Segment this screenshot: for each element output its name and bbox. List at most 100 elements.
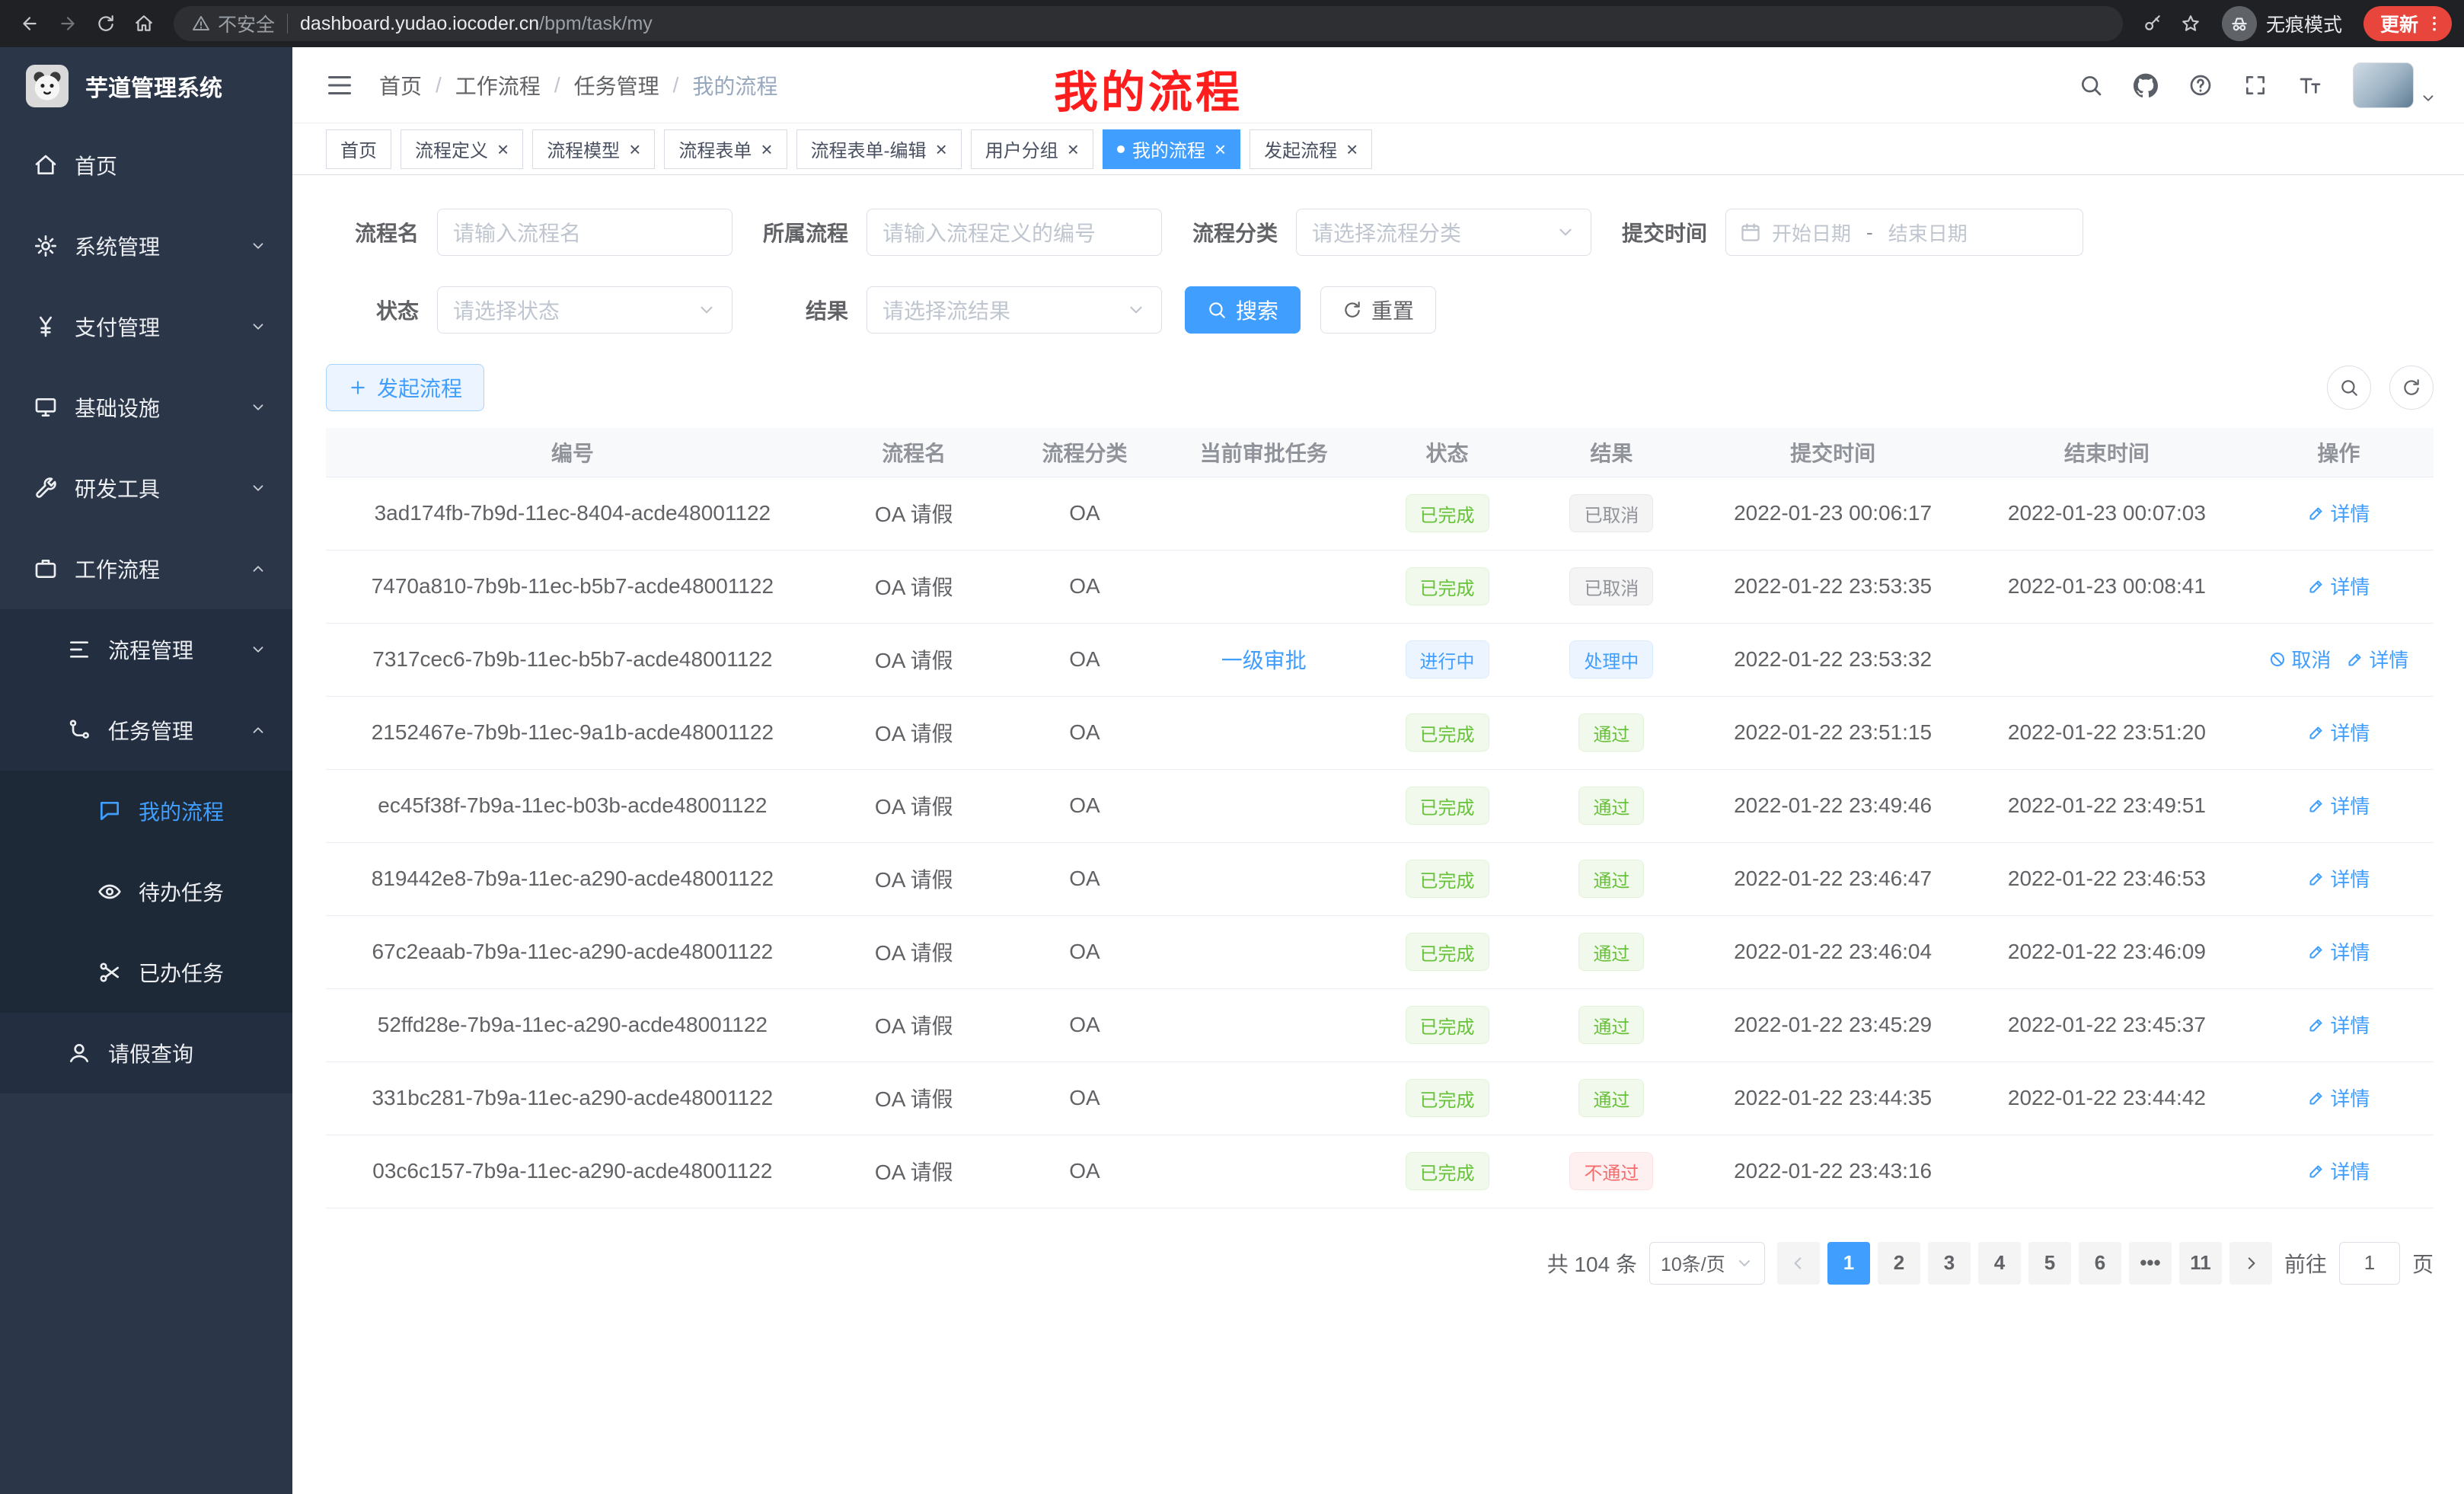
sidebar-item[interactable]: 待办任务 — [0, 851, 292, 932]
password-key-button[interactable] — [2135, 6, 2170, 41]
submit-time-range-picker[interactable]: 开始日期 - 结束日期 — [1725, 209, 2083, 256]
key-icon — [2143, 14, 2162, 34]
sidebar-item[interactable]: 研发工具 — [0, 448, 292, 528]
tab-active[interactable]: 我的流程× — [1103, 129, 1240, 169]
table-body: 3ad174fb-7b9d-11ec-8404-acde48001122OA 请… — [326, 477, 2434, 1208]
page-number-button[interactable]: 11 — [2179, 1242, 2222, 1285]
sidebar-item[interactable]: 任务管理 — [0, 690, 292, 771]
sidebar-item[interactable]: 首页 — [0, 125, 292, 206]
search-button[interactable]: 搜索 — [1185, 286, 1301, 334]
detail-link[interactable]: 详情 — [2307, 572, 2370, 600]
field-label: 提交时间 — [1614, 217, 1707, 247]
current-task-link[interactable]: 一级审批 — [1221, 649, 1307, 672]
sidebar-item[interactable]: 基础设施 — [0, 367, 292, 448]
detail-link[interactable]: 详情 — [2307, 1010, 2370, 1039]
detail-link[interactable]: 详情 — [2307, 499, 2370, 527]
security-indicator[interactable]: 不安全 — [192, 10, 275, 37]
toggle-search-button[interactable] — [2327, 366, 2371, 410]
reload-icon — [96, 14, 116, 34]
scissors-icon — [97, 960, 122, 985]
detail-link[interactable]: 详情 — [2307, 718, 2370, 746]
search-icon[interactable] — [2079, 73, 2103, 97]
close-icon[interactable]: × — [629, 139, 640, 159]
detail-link[interactable]: 详情 — [2307, 791, 2370, 819]
tab-item[interactable]: 流程定义× — [401, 129, 523, 169]
page-number-button[interactable]: 1 — [1827, 1242, 1870, 1285]
close-icon[interactable]: × — [761, 139, 772, 159]
tab-item[interactable]: 首页 — [326, 129, 391, 169]
browser-home-button[interactable] — [126, 6, 161, 41]
page-number-button[interactable]: 5 — [2028, 1242, 2071, 1285]
help-icon[interactable] — [2188, 73, 2213, 97]
prev-page-button[interactable] — [1777, 1242, 1820, 1285]
sidebar-item-label: 待办任务 — [139, 876, 224, 907]
tab-item[interactable]: 用户分组× — [971, 129, 1093, 169]
process-name-input[interactable]: 请输入流程名 — [437, 209, 732, 256]
page-number-button[interactable]: 2 — [1878, 1242, 1920, 1285]
category-select[interactable]: 请选择流程分类 — [1296, 209, 1591, 256]
app-logo-row[interactable]: 芋道管理系统 — [0, 47, 292, 125]
cell-id: 2152467e-7b9b-11ec-9a1b-acde48001122 — [326, 696, 819, 769]
start-process-button[interactable]: 发起流程 — [326, 364, 484, 411]
close-icon[interactable]: × — [1068, 139, 1079, 159]
active-tab-dot — [1117, 145, 1125, 153]
cell-id: 03c6c157-7b9a-11ec-a290-acde48001122 — [326, 1135, 819, 1208]
sidebar-item[interactable]: 流程管理 — [0, 609, 292, 690]
forward-button[interactable] — [50, 6, 85, 41]
refresh-table-button[interactable] — [2389, 366, 2434, 410]
status-tag: 进行中 — [1406, 640, 1489, 678]
page-number-button[interactable]: 6 — [2079, 1242, 2121, 1285]
update-chip[interactable]: 更新 — [2363, 6, 2452, 41]
result-tag: 处理中 — [1569, 640, 1653, 678]
sidebar-item[interactable]: 系统管理 — [0, 206, 292, 286]
parent-process-input[interactable]: 请输入流程定义的编号 — [867, 209, 1162, 256]
sidebar-item[interactable]: 工作流程 — [0, 528, 292, 609]
cell-id: ec45f38f-7b9a-11ec-b03b-acde48001122 — [326, 769, 819, 842]
address-bar[interactable]: 不安全 dashboard.yudao.iocoder.cn /bpm/task… — [174, 6, 2123, 41]
detail-link[interactable]: 详情 — [2307, 864, 2370, 892]
hamburger-icon[interactable] — [326, 72, 353, 99]
edit-icon — [2307, 1089, 2325, 1107]
bookmark-star-button[interactable] — [2173, 6, 2208, 41]
back-button[interactable] — [12, 6, 47, 41]
detail-link[interactable]: 详情 — [2307, 937, 2370, 966]
tab-item[interactable]: 流程表单× — [664, 129, 787, 169]
cell-id: 67c2eaab-7b9a-11ec-a290-acde48001122 — [326, 915, 819, 988]
sidebar-item[interactable]: 我的流程 — [0, 771, 292, 851]
user-menu[interactable] — [2353, 62, 2437, 108]
goto-page-input[interactable]: 1 — [2339, 1242, 2400, 1285]
detail-link[interactable]: 详情 — [2307, 1084, 2370, 1112]
more-pages-button[interactable]: ••• — [2129, 1242, 2172, 1285]
sidebar-item[interactable]: 已办任务 — [0, 932, 292, 1013]
page-number-button[interactable]: 4 — [1978, 1242, 2021, 1285]
detail-link[interactable]: 详情 — [2307, 1157, 2370, 1185]
result-select[interactable]: 请选择流结果 — [867, 286, 1162, 334]
close-icon[interactable]: × — [936, 139, 947, 159]
font-size-icon[interactable] — [2298, 73, 2322, 97]
tab-item[interactable]: 流程表单-编辑× — [796, 129, 962, 169]
tab-item[interactable]: 流程模型× — [532, 129, 655, 169]
breadcrumb-item[interactable]: 任务管理 — [574, 70, 659, 101]
close-icon[interactable]: × — [1346, 139, 1358, 159]
status-select[interactable]: 请选择状态 — [437, 286, 732, 334]
cell-actions: 详情 — [2244, 696, 2434, 769]
sidebar-item[interactable]: 支付管理 — [0, 286, 292, 367]
github-icon[interactable] — [2134, 73, 2158, 97]
breadcrumb-item[interactable]: 首页 — [379, 70, 422, 101]
tab-item[interactable]: 发起流程× — [1250, 129, 1372, 169]
reload-button[interactable] — [88, 6, 123, 41]
close-icon[interactable]: × — [1214, 139, 1226, 159]
cell-end-time: 2022-01-22 23:46:53 — [1970, 842, 2244, 915]
sidebar-item[interactable]: 请假查询 — [0, 1013, 292, 1093]
breadcrumb-item[interactable]: 工作流程 — [455, 70, 541, 101]
cancel-link[interactable]: 取消 — [2268, 645, 2331, 673]
detail-link[interactable]: 详情 — [2346, 645, 2408, 673]
page-number-button[interactable]: 3 — [1928, 1242, 1971, 1285]
close-icon[interactable]: × — [497, 139, 509, 159]
reset-button[interactable]: 重置 — [1320, 286, 1436, 334]
next-page-button[interactable] — [2229, 1242, 2272, 1285]
page-size-select[interactable]: 10条/页 — [1649, 1242, 1765, 1285]
more-menu-icon[interactable] — [2424, 14, 2444, 34]
fullscreen-icon[interactable] — [2243, 73, 2268, 97]
edit-icon — [2307, 577, 2325, 595]
